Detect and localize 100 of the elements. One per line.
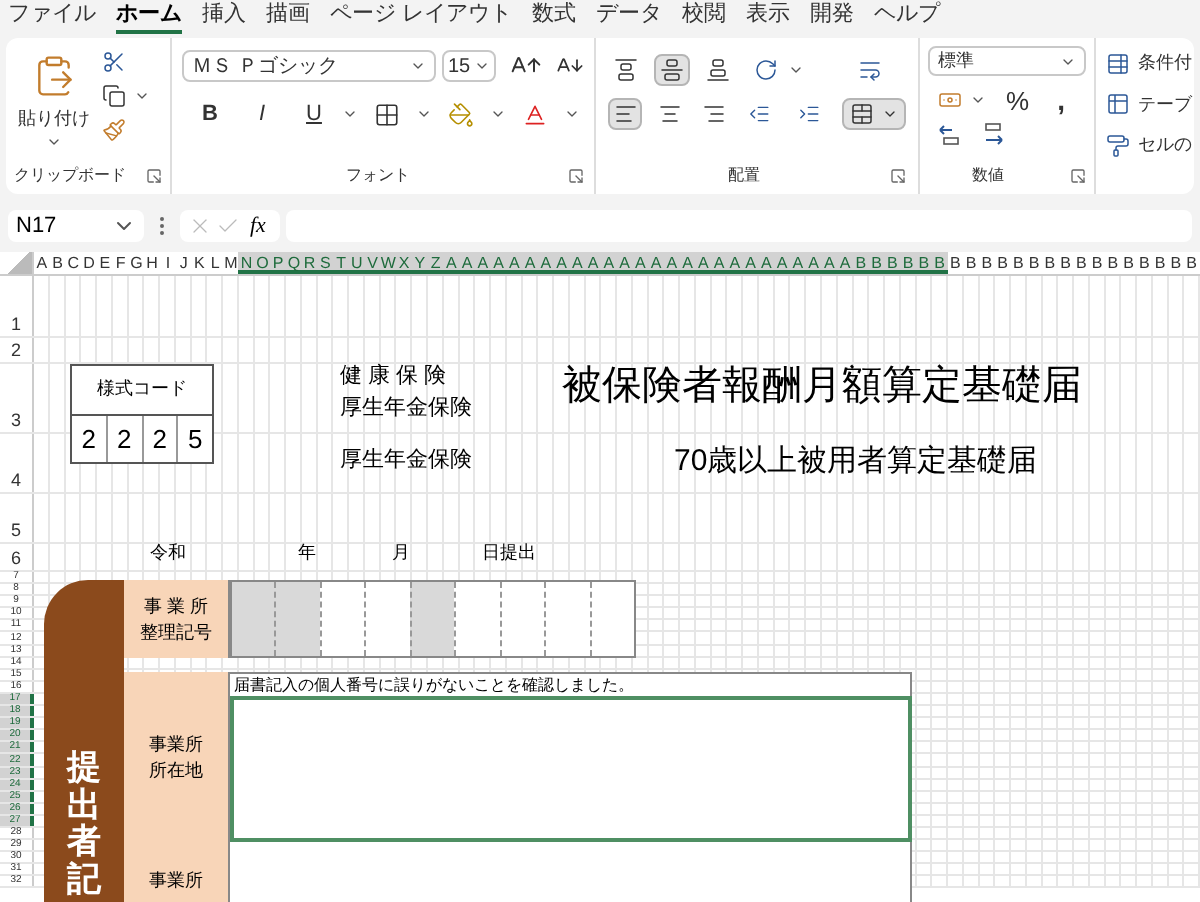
column-header[interactable]: L: [207, 252, 223, 274]
office-number-cell[interactable]: [274, 582, 320, 656]
caret-icon[interactable]: [134, 88, 150, 104]
column-header[interactable]: O: [254, 252, 271, 274]
column-header[interactable]: F: [112, 252, 129, 274]
column-header[interactable]: A: [522, 252, 538, 274]
column-header[interactable]: A: [774, 252, 790, 274]
styles-button[interactable]: 条件付: [1106, 50, 1194, 77]
dialog-launcher-icon[interactable]: [1070, 168, 1086, 184]
borders-icon[interactable]: [374, 101, 400, 128]
caret-icon[interactable]: [881, 106, 898, 122]
font-name-dropdown[interactable]: ＭＳ Ｐゴシック: [182, 50, 436, 82]
row-header[interactable]: 1: [0, 276, 34, 336]
column-header[interactable]: A: [790, 252, 806, 274]
percent-button[interactable]: %: [1006, 87, 1030, 113]
row-header[interactable]: 4: [0, 434, 34, 492]
name-box[interactable]: N17: [8, 210, 144, 242]
merge-cells-icon[interactable]: [849, 102, 874, 126]
increase-indent-icon[interactable]: [797, 102, 820, 126]
column-header[interactable]: B: [868, 252, 885, 274]
column-header[interactable]: Y: [412, 252, 428, 274]
scissors-icon[interactable]: [102, 50, 126, 74]
column-header[interactable]: N: [238, 252, 255, 274]
office-number-cell[interactable]: [454, 582, 500, 656]
font-color-icon[interactable]: [522, 101, 548, 128]
decrease-decimal-icon[interactable]: [982, 122, 1006, 146]
column-header[interactable]: G: [128, 252, 145, 274]
ribbon-tab[interactable]: ヘルプ: [874, 0, 941, 34]
column-header[interactable]: Q: [286, 252, 302, 274]
copy-icon[interactable]: [102, 84, 126, 108]
format-painter-icon[interactable]: [102, 118, 126, 142]
ribbon-tab[interactable]: 描画: [266, 0, 310, 34]
column-header[interactable]: B: [1152, 252, 1168, 274]
office-number-cell[interactable]: [409, 582, 455, 656]
increase-decimal-icon[interactable]: [938, 122, 962, 146]
bold-button[interactable]: B: [198, 98, 222, 131]
column-header[interactable]: A: [758, 252, 775, 274]
caret-icon[interactable]: [970, 92, 986, 108]
column-header[interactable]: A: [664, 252, 680, 274]
column-header[interactable]: B: [49, 252, 66, 274]
column-header[interactable]: B: [979, 252, 995, 274]
middle-align-icon[interactable]: [660, 58, 684, 82]
column-header[interactable]: B: [963, 252, 979, 274]
office-number-cell[interactable]: [319, 582, 365, 656]
bottom-align-icon[interactable]: [706, 58, 730, 82]
column-header[interactable]: B: [1168, 252, 1184, 274]
underline-button[interactable]: U: [302, 98, 326, 131]
styles-button[interactable]: セルの: [1106, 132, 1194, 159]
top-align-icon[interactable]: [614, 58, 638, 82]
fill-color-icon[interactable]: [448, 101, 474, 128]
column-header[interactable]: B: [1010, 252, 1027, 274]
paste-icon[interactable]: [32, 54, 76, 98]
column-header[interactable]: B: [1105, 252, 1121, 274]
comma-button[interactable]: ,: [1057, 86, 1065, 114]
column-header[interactable]: B: [1120, 252, 1137, 274]
paste-label[interactable]: 貼り付け: [18, 106, 90, 133]
office-number-cell[interactable]: [499, 582, 545, 656]
caret-icon[interactable]: [474, 58, 490, 74]
column-header[interactable]: D: [81, 252, 97, 274]
conditional-format-icon[interactable]: [1106, 51, 1130, 76]
office-number-cell[interactable]: [544, 582, 589, 656]
column-header[interactable]: A: [490, 252, 507, 274]
row-header[interactable]: 2: [0, 338, 34, 362]
column-header[interactable]: V: [364, 252, 381, 274]
column-header[interactable]: B: [1183, 252, 1200, 274]
column-header[interactable]: B: [1042, 252, 1058, 274]
ribbon-tab[interactable]: ページ レイアウト: [330, 0, 513, 34]
currency-icon[interactable]: [938, 88, 962, 112]
ribbon-tab[interactable]: 校閲: [682, 0, 727, 34]
caret-icon[interactable]: [410, 58, 426, 74]
font-size-dropdown[interactable]: 15: [442, 50, 496, 82]
italic-button[interactable]: I: [250, 98, 274, 131]
wrap-text-icon[interactable]: [858, 58, 882, 82]
row-header[interactable]: 6: [0, 544, 34, 570]
ribbon-tab[interactable]: 挿入: [202, 0, 246, 34]
column-header[interactable]: B: [1073, 252, 1090, 274]
ribbon-tab[interactable]: ホーム: [116, 0, 182, 34]
column-header[interactable]: B: [1089, 252, 1105, 274]
ribbon-tab[interactable]: 開発: [810, 0, 855, 34]
row-header[interactable]: 3: [0, 364, 34, 432]
column-header[interactable]: M: [223, 252, 239, 274]
number-format-dropdown[interactable]: 標準: [928, 46, 1086, 76]
ribbon-tab[interactable]: ファイル: [8, 0, 96, 34]
column-header[interactable]: A: [506, 252, 523, 274]
column-header[interactable]: J: [175, 252, 192, 274]
table-icon[interactable]: [1106, 92, 1130, 117]
column-header[interactable]: W: [380, 252, 397, 274]
office-number-cell[interactable]: [589, 582, 634, 656]
column-header[interactable]: B: [900, 252, 916, 274]
decrease-indent-icon[interactable]: [748, 102, 772, 126]
column-header[interactable]: A: [648, 252, 664, 274]
merge-button[interactable]: [841, 98, 907, 130]
column-header[interactable]: B: [1026, 252, 1042, 274]
column-header[interactable]: E: [97, 252, 113, 274]
ribbon-tab[interactable]: データ: [596, 0, 663, 34]
column-header[interactable]: K: [191, 252, 208, 274]
dialog-launcher-icon[interactable]: [146, 168, 162, 184]
ribbon-tab[interactable]: 表示: [746, 0, 791, 34]
caret-icon[interactable]: [788, 62, 804, 78]
dialog-launcher-icon[interactable]: [568, 168, 584, 184]
